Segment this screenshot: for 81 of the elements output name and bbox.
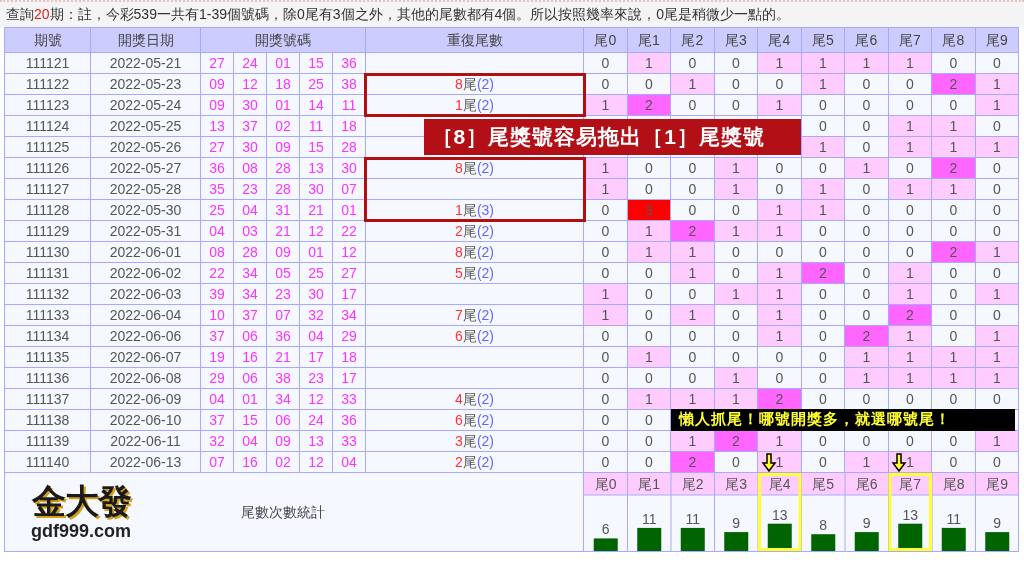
column-header: 尾2 [670, 27, 715, 53]
axis-label: 尾3 [725, 476, 748, 492]
bar [985, 532, 1010, 551]
table-cell: 111134 [4, 325, 91, 347]
logo-text: 金大發 [31, 484, 131, 518]
column-header: 尾5 [801, 27, 845, 53]
table-cell: 111136 [4, 367, 91, 389]
column-header: 尾7 [888, 27, 932, 53]
table-cell: 4尾(2) [365, 388, 584, 410]
table-cell: 111125 [4, 136, 91, 158]
table-cell: 111129 [4, 220, 91, 242]
axis-label: 尾8 [942, 476, 965, 492]
table-cell: 111133 [4, 304, 91, 326]
column-header: 尾3 [714, 27, 758, 53]
table-cell: 2尾(2) [365, 451, 584, 473]
bar-value: 9 [993, 515, 1002, 532]
column-header: 開獎日期 [90, 27, 201, 53]
bar-value: 13 [772, 506, 788, 523]
bar [724, 532, 749, 551]
table-cell: 111121 [4, 52, 91, 74]
bar-value: 11 [946, 510, 962, 527]
table-cell: 111124 [4, 115, 91, 137]
bar-value: 13 [902, 506, 919, 523]
down-arrow-icon [760, 452, 777, 472]
table-cell: 111126 [4, 157, 91, 179]
bar [593, 538, 618, 551]
table-cell: 111128 [4, 199, 91, 221]
table-cell: 111130 [4, 241, 91, 263]
callout-label: 懶人抓尾！哪號開獎多，就選哪號尾！ [670, 408, 1015, 431]
column-header: 開獎號碼 [200, 27, 366, 53]
axis-label: 尾1 [638, 476, 661, 492]
logo-url: gdf999.com [31, 522, 132, 540]
bar [767, 523, 792, 551]
column-header: 尾8 [931, 27, 976, 53]
table-cell: 111123 [4, 94, 91, 116]
table-cell: 6尾(2) [365, 325, 584, 347]
table-cell: 8尾(2) [365, 241, 584, 263]
bar [811, 534, 836, 551]
bar-value: 6 [601, 521, 610, 538]
table-cell: 111132 [4, 283, 91, 305]
axis-label: 尾0 [594, 476, 617, 492]
table-cell: 111135 [4, 346, 91, 368]
table-cell: 7尾(2) [365, 304, 584, 326]
table-cell: 111139 [4, 430, 91, 452]
column-header: 尾6 [844, 27, 889, 53]
axis-label: 尾6 [855, 476, 878, 492]
axis-label: 尾4 [768, 476, 791, 492]
table-cell: 111131 [4, 262, 91, 284]
bar-value: 9 [862, 515, 871, 532]
bar [941, 527, 966, 551]
down-arrow-icon [891, 452, 908, 472]
table-cell: 111138 [4, 409, 91, 431]
table-cell: 111137 [4, 388, 91, 410]
column-header: 尾1 [627, 27, 671, 53]
query-note: 查詢20期：註，今彩539一共有1-39個號碼，除0尾有3個之外，其他的尾數都有4個。所以按照幾率來說，0尾是稍微少一點的。 [6, 6, 791, 22]
column-header: 重復尾數 [365, 27, 584, 53]
table-cell: 111122 [4, 73, 91, 95]
summary-title: 尾數次數統計 [241, 503, 326, 521]
bar-value: 11 [685, 510, 701, 527]
bar [680, 527, 705, 551]
axis-label: 尾9 [986, 476, 1009, 492]
bar [898, 523, 923, 551]
axis-label: 尾5 [812, 476, 835, 492]
bar-value: 11 [642, 510, 657, 527]
axis-label: 尾7 [899, 476, 922, 492]
bar-value: 9 [732, 515, 741, 532]
column-header: 尾4 [757, 27, 802, 53]
bar [854, 532, 879, 551]
table-cell: 111127 [4, 178, 91, 200]
column-header: 尾0 [583, 27, 628, 53]
column-header: 期號 [4, 27, 91, 53]
table-cell: 6尾(2) [365, 409, 584, 431]
column-header: 尾9 [975, 27, 1019, 53]
bar-value: 8 [819, 517, 828, 534]
annotation-banner: ［8］尾獎號容易拖出［1］尾獎號 [423, 118, 802, 155]
table-cell: 3尾(2) [365, 430, 584, 452]
table-cell: 5尾(2) [365, 262, 584, 284]
bar [637, 527, 662, 551]
table-cell: 111140 [4, 451, 91, 473]
table-cell: 2尾(2) [365, 220, 584, 242]
axis-label: 尾2 [681, 476, 704, 492]
